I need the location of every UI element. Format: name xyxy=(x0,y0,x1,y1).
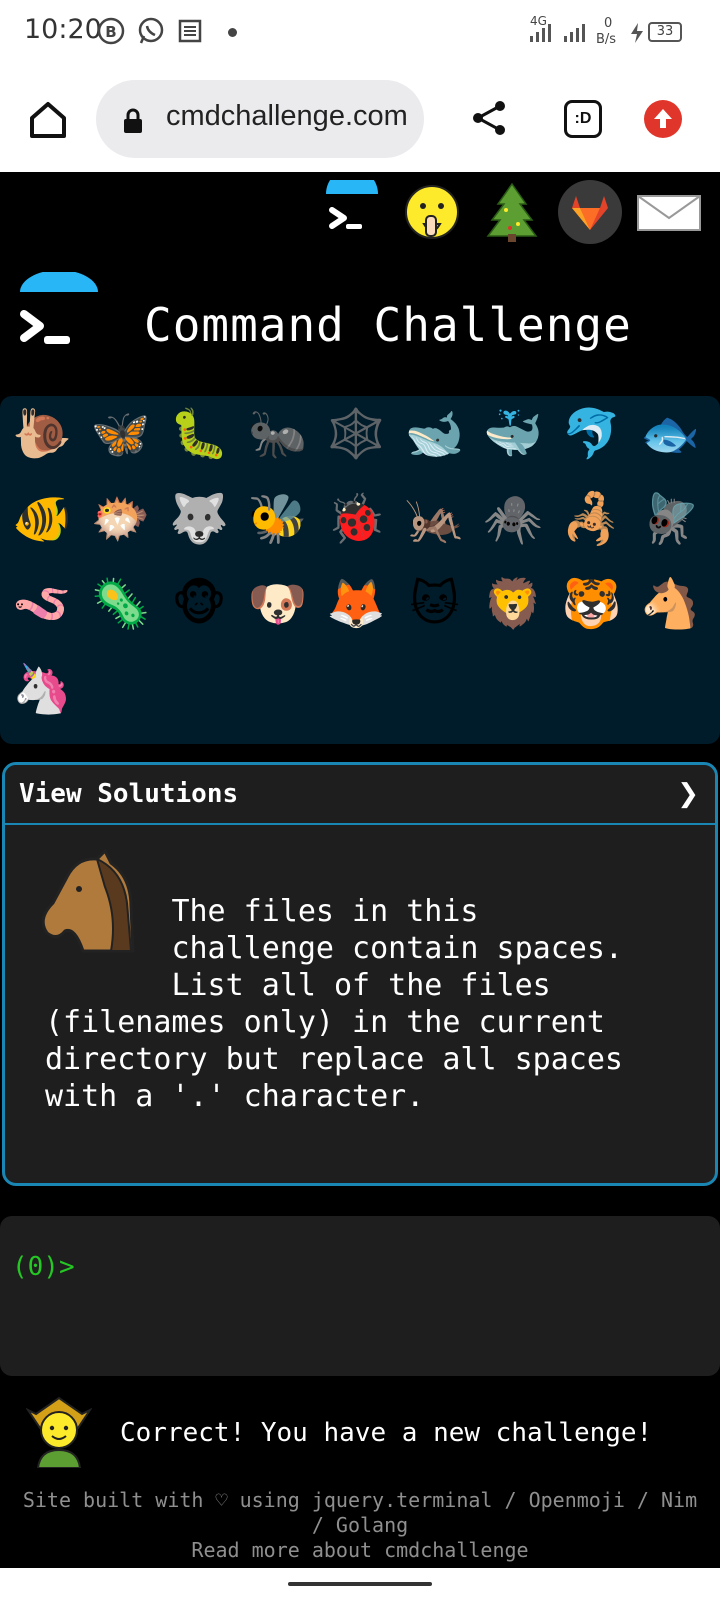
challenge-cell[interactable]: 🐶 xyxy=(246,572,310,636)
system-nav-bar xyxy=(0,1568,720,1600)
challenge-cell[interactable]: 🐌 xyxy=(10,402,74,466)
challenge-cell[interactable]: 🐴 xyxy=(638,572,702,636)
challenge-cell[interactable]: 🐋 xyxy=(403,402,467,466)
data-rate-unit: B/s xyxy=(596,32,617,47)
news-icon xyxy=(178,19,202,43)
signal-icon xyxy=(530,24,551,42)
clock: 10:20 xyxy=(24,14,102,45)
challenge-cell[interactable]: 🐠 xyxy=(10,487,74,551)
svg-text:B: B xyxy=(105,23,116,41)
battery-level: 33 xyxy=(656,24,674,39)
challenge-cell[interactable]: 🐱 xyxy=(403,572,467,636)
site-logo-icon xyxy=(20,272,98,344)
browser-toolbar: cmdchallenge.com :D xyxy=(0,66,720,172)
challenge-cell[interactable]: 🐛 xyxy=(167,402,231,466)
elf-icon xyxy=(26,1396,92,1468)
challenge-cell[interactable]: 🐺 xyxy=(167,487,231,551)
challenge-grid: 🐌 🦋 🐛 🐜 🕸️ 🐋 🐳 🐬 🐟 🐠 🐡 🐺 🐝 🐞 🦗 🕷️ 🦂 🪰 🪱 🦠 🐵 🐶 🦊 🐱 🦁 🐯 🐴 🦄 xyxy=(0,396,720,744)
shushing-face-icon[interactable] xyxy=(400,180,464,244)
challenge-cell[interactable]: 🦂 xyxy=(560,487,624,551)
challenge-cell[interactable]: 🐳 xyxy=(481,402,545,466)
challenge-cell[interactable]: 🐡 xyxy=(89,487,153,551)
top-nav xyxy=(0,176,720,256)
b-notification-icon: B xyxy=(97,17,125,45)
terminal-prompt: (0)> xyxy=(12,1252,75,1282)
view-solutions-header[interactable]: View Solutions ❯ xyxy=(5,765,715,825)
challenge-cell[interactable]: 🐬 xyxy=(560,402,624,466)
share-icon[interactable] xyxy=(470,98,510,138)
arrow-up-icon xyxy=(654,109,672,128)
terminal[interactable]: (0)> xyxy=(0,1216,720,1376)
footer: Site built with ♡ using jquery.terminal … xyxy=(0,1488,720,1563)
envelope-icon[interactable] xyxy=(636,180,702,244)
status-message: Correct! You have a new challenge! xyxy=(120,1418,653,1448)
signal-icon-2 xyxy=(564,24,585,42)
challenge-cell[interactable]: 🐟 xyxy=(638,402,702,466)
tab-switcher-button[interactable]: :D xyxy=(564,100,602,138)
chevron-right-icon: ❯ xyxy=(677,779,699,809)
gitlab-button[interactable] xyxy=(558,180,622,244)
view-solutions-label: View Solutions xyxy=(19,779,239,809)
about-link[interactable]: Read more about cmdchallenge xyxy=(0,1538,720,1563)
challenge-cell[interactable]: 🦄 xyxy=(10,657,74,721)
home-icon[interactable] xyxy=(26,98,70,142)
url-text: cmdchallenge.com xyxy=(166,100,408,132)
whatsapp-icon xyxy=(138,17,164,44)
more-notifications-dot xyxy=(228,28,237,37)
challenge-cell[interactable]: 🪱 xyxy=(10,572,74,636)
status-bar: 10:20 B 4G 0 B/s 33 xyxy=(0,0,720,66)
challenge-cell[interactable]: 🐝 xyxy=(246,487,310,551)
challenge-cell[interactable]: 🕷️ xyxy=(481,487,545,551)
challenge-cell[interactable]: 🐞 xyxy=(324,487,388,551)
challenge-cell[interactable]: 🦠 xyxy=(89,572,153,636)
challenge-cell[interactable]: 🕸️ xyxy=(324,402,388,466)
challenge-cell[interactable]: 🪰 xyxy=(638,487,702,551)
charging-bolt-icon xyxy=(631,23,643,43)
challenge-cell[interactable]: 🦊 xyxy=(324,572,388,636)
battery-icon: 33 xyxy=(648,22,682,42)
site-title: Command Challenge xyxy=(144,298,632,352)
challenge-cell[interactable]: 🦗 xyxy=(403,487,467,551)
challenge-cell[interactable]: 🦁 xyxy=(481,572,545,636)
terminal-icon[interactable] xyxy=(320,180,384,244)
challenge-description: The files in this challenge contain spac… xyxy=(45,894,623,1114)
lock-icon xyxy=(124,108,142,133)
challenge-cell[interactable]: 🐜 xyxy=(246,402,310,466)
footer-credits: Site built with ♡ using jquery.terminal … xyxy=(22,1488,698,1512)
challenge-cell[interactable]: 🐵 xyxy=(167,572,231,636)
christmas-tree-icon[interactable] xyxy=(480,180,544,244)
data-rate: 0 xyxy=(604,16,613,31)
address-bar[interactable]: cmdchallenge.com xyxy=(96,80,424,158)
challenge-cell[interactable]: 🦋 xyxy=(89,402,153,466)
challenge-panel: View Solutions ❯ The files in this chall… xyxy=(2,762,718,1186)
update-button[interactable] xyxy=(644,100,682,138)
footer-credits-continued: / Golang xyxy=(311,1513,409,1537)
gitlab-icon xyxy=(572,196,608,230)
challenge-cell[interactable]: 🐯 xyxy=(560,572,624,636)
home-gesture-handle[interactable] xyxy=(288,1582,432,1586)
